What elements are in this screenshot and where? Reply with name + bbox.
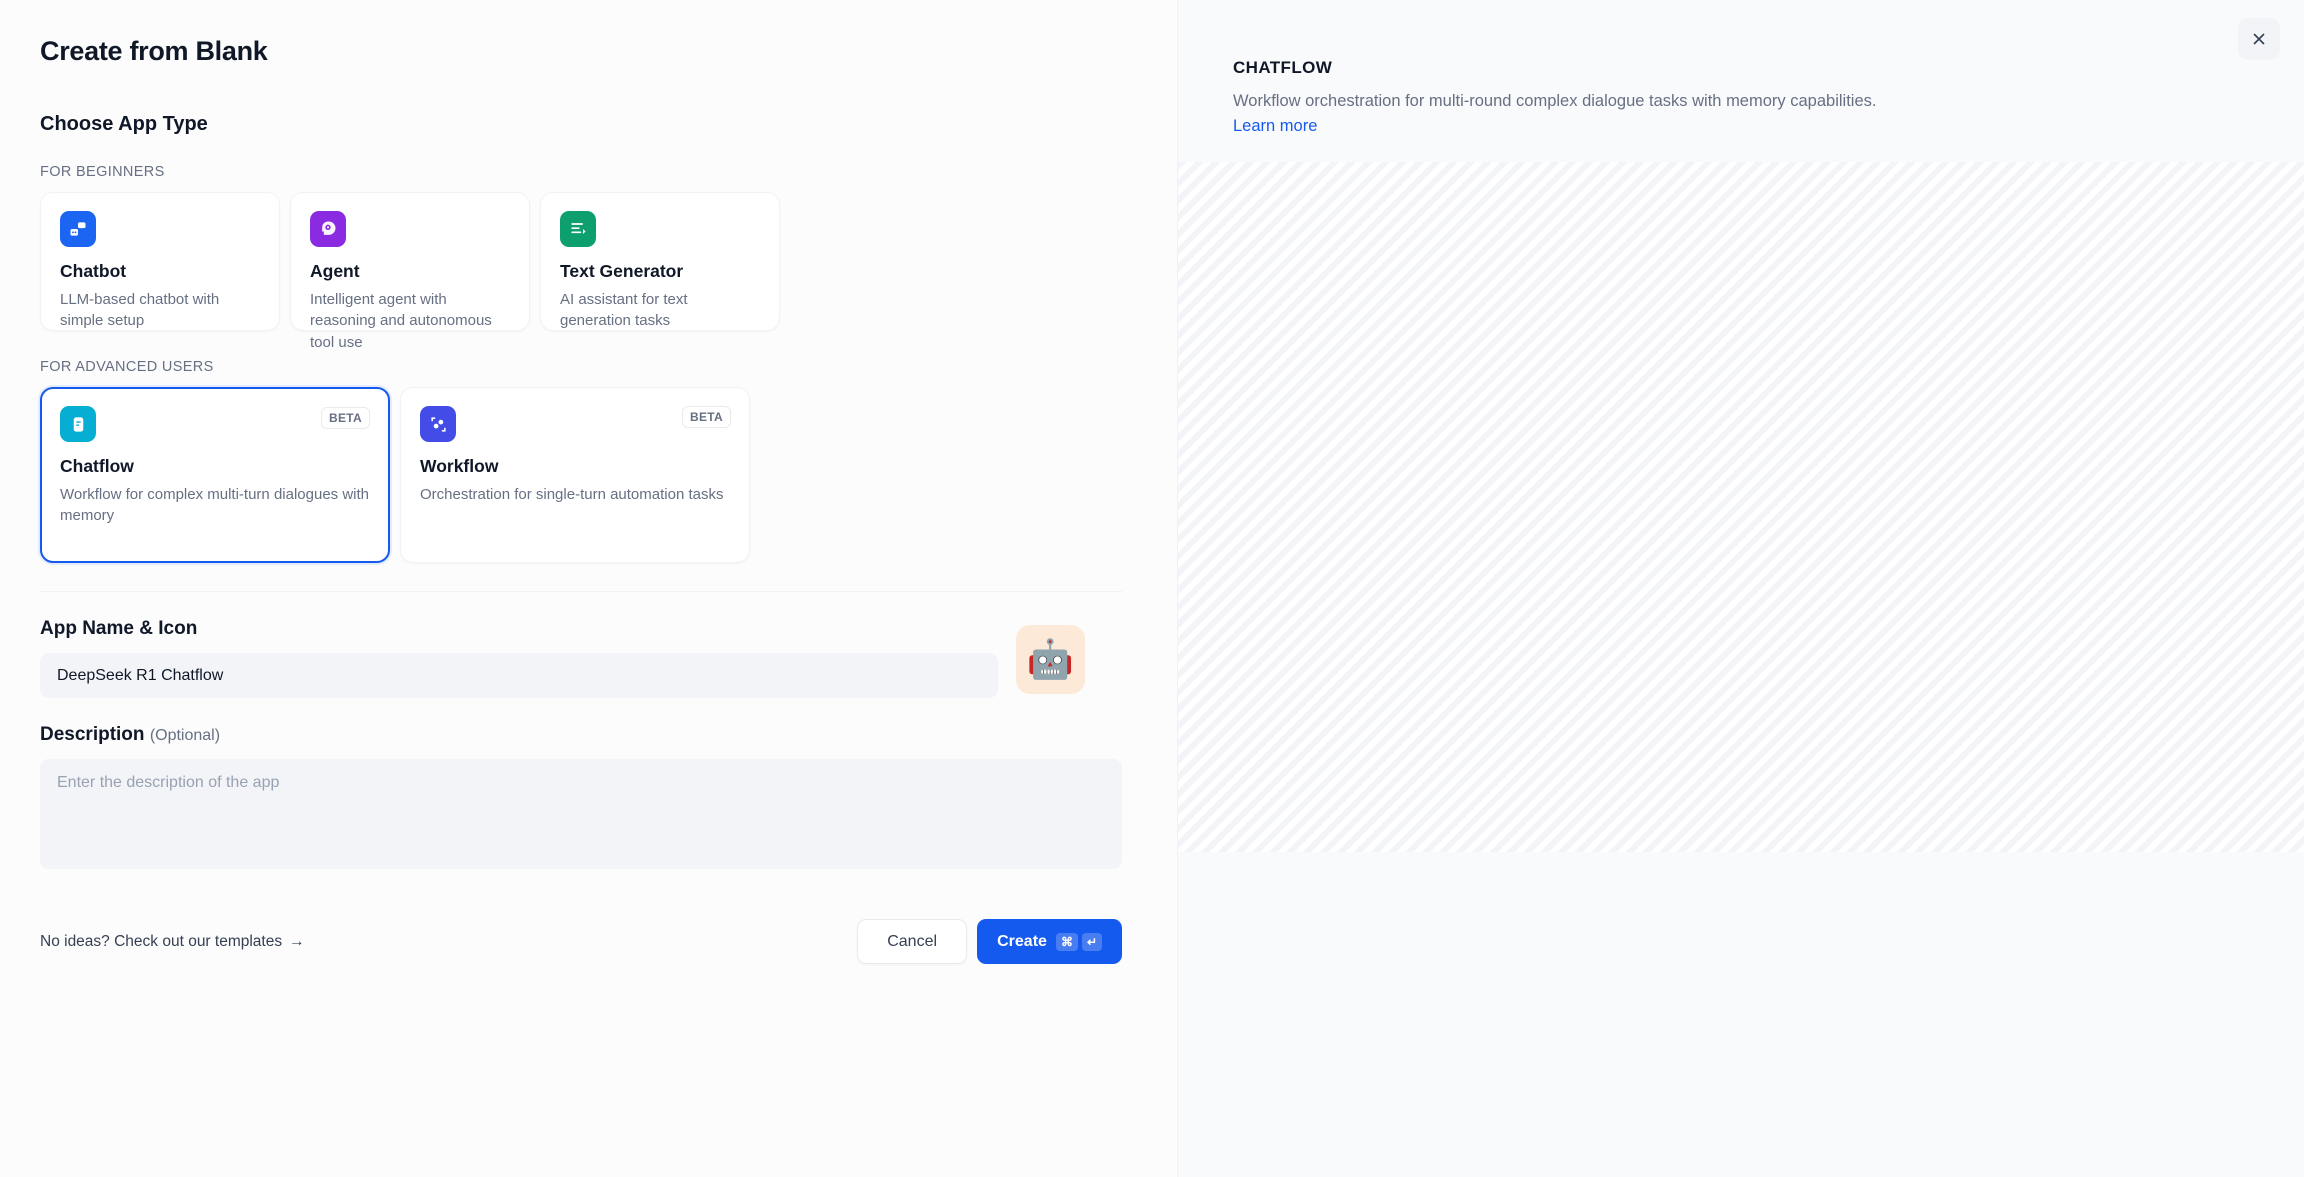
close-button[interactable] [2238, 18, 2280, 60]
choose-app-type-heading: Choose App Type [40, 113, 1122, 136]
info-header: CHATFLOW Workflow orchestration for mult… [1178, 40, 2304, 139]
info-description: Workflow orchestration for multi-round c… [1233, 89, 1883, 139]
chatbot-icon [60, 211, 96, 247]
templates-link[interactable]: No ideas? Check out our templates → [40, 933, 305, 951]
footer-buttons: Cancel Create ⌘ ↵ [857, 919, 1122, 964]
app-name-row: 🤖 [40, 653, 1122, 698]
app-type-info-panel: CHATFLOW Workflow orchestration for mult… [1177, 0, 2304, 1177]
shortcut-enter: ↵ [1082, 933, 1102, 951]
beta-badge: BETA [321, 407, 370, 429]
card-description: Orchestration for single-turn automation… [420, 484, 730, 505]
section-divider [40, 591, 1122, 592]
card-description: Workflow for complex multi-turn dialogue… [60, 484, 370, 527]
create-shortcut: ⌘ ↵ [1056, 933, 1102, 951]
info-kicker: CHATFLOW [1233, 58, 2304, 78]
card-title: Workflow [420, 456, 730, 477]
cancel-button[interactable]: Cancel [857, 919, 967, 964]
striped-backdrop [1178, 162, 2304, 852]
info-description-text: Workflow orchestration for multi-round c… [1233, 92, 1876, 110]
app-name-label: App Name & Icon [40, 618, 1122, 640]
card-title: Agent [310, 261, 510, 282]
templates-link-label: No ideas? Check out our templates [40, 933, 282, 951]
create-button[interactable]: Create ⌘ ↵ [977, 919, 1122, 964]
create-from-blank-panel: Create from Blank Choose App Type FOR BE… [0, 0, 1177, 1177]
card-description: Intelligent agent with reasoning and aut… [310, 289, 510, 353]
app-type-card-agent[interactable]: Agent Intelligent agent with reasoning a… [290, 192, 530, 331]
shortcut-cmd: ⌘ [1056, 933, 1078, 951]
advanced-card-row: BETA Chatflow Workflow for complex multi… [40, 387, 1122, 563]
description-input[interactable] [40, 759, 1122, 869]
description-optional-text: (Optional) [150, 727, 220, 744]
close-icon [2250, 30, 2268, 48]
create-button-label: Create [997, 933, 1047, 951]
for-beginners-label: FOR BEGINNERS [40, 164, 1122, 180]
text-generator-icon [560, 211, 596, 247]
card-description: LLM-based chatbot with simple setup [60, 289, 260, 332]
app-type-card-text-generator[interactable]: Text Generator AI assistant for text gen… [540, 192, 780, 331]
arrow-right-icon: → [289, 933, 305, 951]
beta-badge: BETA [682, 406, 731, 428]
app-name-input[interactable] [40, 653, 998, 698]
description-label-text: Description [40, 724, 145, 745]
card-title: Chatbot [60, 261, 260, 282]
create-app-modal: Create from Blank Choose App Type FOR BE… [0, 0, 2304, 1177]
modal-footer: No ideas? Check out our templates → Canc… [40, 919, 1122, 964]
agent-icon [310, 211, 346, 247]
for-advanced-users-label: FOR ADVANCED USERS [40, 359, 1122, 375]
card-description: AI assistant for text generation tasks [560, 289, 760, 332]
app-avatar[interactable]: 🤖 [1016, 625, 1085, 694]
learn-more-link[interactable]: Learn more [1233, 117, 1317, 135]
app-type-card-chatflow[interactable]: BETA Chatflow Workflow for complex multi… [40, 387, 390, 563]
chatflow-icon [60, 406, 96, 442]
beginner-card-row: Chatbot LLM-based chatbot with simple se… [40, 192, 1122, 331]
page-title: Create from Blank [40, 36, 1122, 67]
workflow-icon [420, 406, 456, 442]
app-avatar-emoji: 🤖 [1027, 641, 1074, 679]
app-type-card-chatbot[interactable]: Chatbot LLM-based chatbot with simple se… [40, 192, 280, 331]
card-title: Chatflow [60, 456, 370, 477]
app-type-card-workflow[interactable]: BETA Workflow Orchestration for single-t… [400, 387, 750, 563]
card-title: Text Generator [560, 261, 760, 282]
description-label: Description (Optional) [40, 724, 1122, 746]
